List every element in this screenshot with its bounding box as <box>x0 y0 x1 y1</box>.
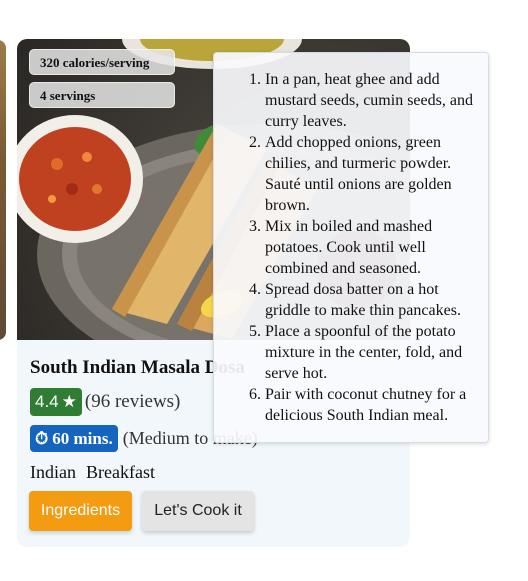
step-item: Pair with coconut chutney for a deliciou… <box>265 384 488 426</box>
cuisine-tags: Indian Breakfast <box>30 462 155 483</box>
step-item: Mix in boiled and mashed potatoes. Cook … <box>265 216 488 279</box>
star-icon: ★ <box>61 392 77 411</box>
lets-cook-button[interactable]: Let's Cook it <box>142 491 254 531</box>
cooking-steps-popover: In a pan, heat ghee and add mustard seed… <box>213 52 489 443</box>
step-item: Spread dosa batter on a hot griddle to m… <box>265 279 488 321</box>
steps-list: In a pan, heat ghee and add mustard seed… <box>214 53 488 426</box>
rating-badge: 4.4 ★ <box>30 388 82 416</box>
tag-cuisine: Indian <box>30 462 76 482</box>
adjacent-recipe-card-peek[interactable] <box>0 40 6 340</box>
step-item: Place a spoonful of the potato mixture i… <box>265 321 488 384</box>
stopwatch-icon: ⏱ <box>35 429 49 448</box>
cook-time-value: 60 mins. <box>52 429 113 448</box>
rating-row: 4.4 ★ (96 reviews) <box>30 388 180 416</box>
step-item: In a pan, heat ghee and add mustard seed… <box>265 69 488 132</box>
servings-badge: 4 servings <box>29 82 175 108</box>
cook-time-badge: ⏱ 60 mins. <box>30 425 118 452</box>
tag-meal: Breakfast <box>85 462 155 482</box>
rating-value: 4.4 <box>35 392 59 411</box>
review-count[interactable]: (96 reviews) <box>85 391 181 413</box>
step-item: Add chopped onions, green chilies, and t… <box>265 132 488 216</box>
ingredients-button[interactable]: Ingredients <box>29 491 132 531</box>
calories-badge: 320 calories/serving <box>29 49 175 75</box>
